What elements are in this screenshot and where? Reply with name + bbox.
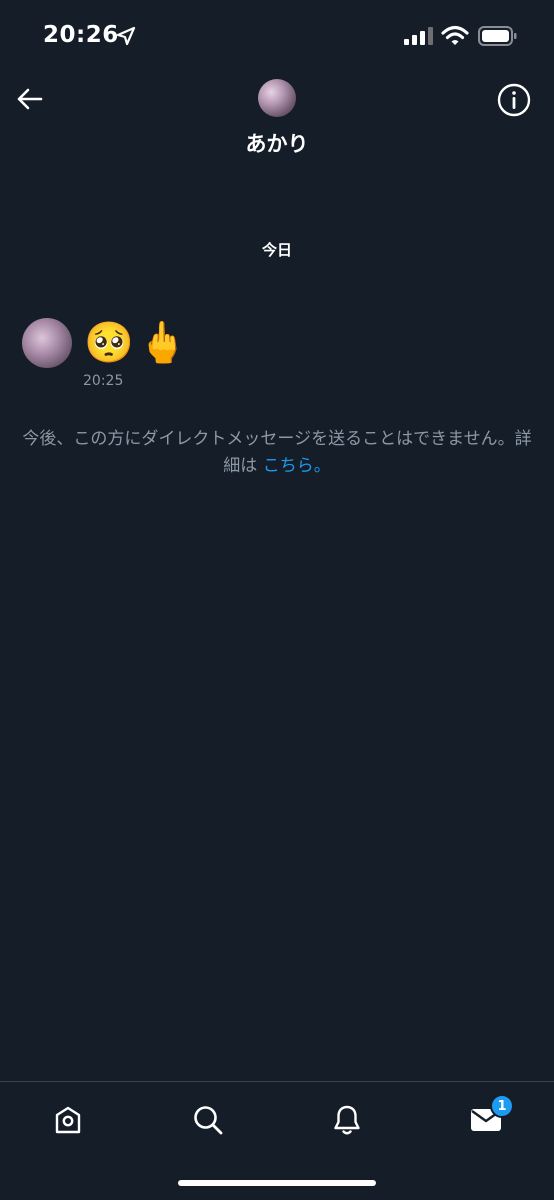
conversation-title[interactable]: あかり	[0, 128, 554, 158]
nav-home[interactable]	[48, 1100, 88, 1140]
header-avatar[interactable]	[258, 79, 296, 117]
message-timestamp: 20:25	[83, 373, 124, 389]
nav-search[interactable]	[188, 1100, 228, 1140]
messages-badge: 1	[490, 1094, 514, 1118]
message-bubble[interactable]: 🥺🖕	[84, 316, 192, 370]
home-indicator[interactable]	[178, 1180, 376, 1186]
search-icon	[194, 1106, 223, 1135]
back-button[interactable]	[12, 82, 46, 116]
home-icon	[55, 1106, 81, 1134]
status-time: 20:26	[43, 22, 119, 48]
battery-icon	[478, 26, 517, 46]
wifi-icon	[441, 25, 469, 45]
sender-avatar[interactable]	[22, 318, 72, 368]
location-arrow-icon	[116, 26, 136, 46]
date-separator: 今日	[261, 241, 292, 259]
info-icon[interactable]	[496, 82, 532, 118]
arrow-left-icon	[17, 88, 43, 110]
dm-conversation-screen: 20:26 あかり 今日 🥺🖕 20:25 今後、この方にダイレクトメッセージを…	[0, 0, 554, 1200]
signal-icon	[404, 27, 433, 45]
learn-more-link[interactable]: こちら。	[263, 456, 331, 476]
nav-notifications[interactable]	[327, 1100, 367, 1140]
status-bar: 20:26	[0, 0, 554, 70]
bell-icon	[334, 1105, 360, 1135]
dm-disabled-notice: 今後、この方にダイレクトメッセージを送ることはできません。詳細は こちら。	[14, 426, 540, 480]
